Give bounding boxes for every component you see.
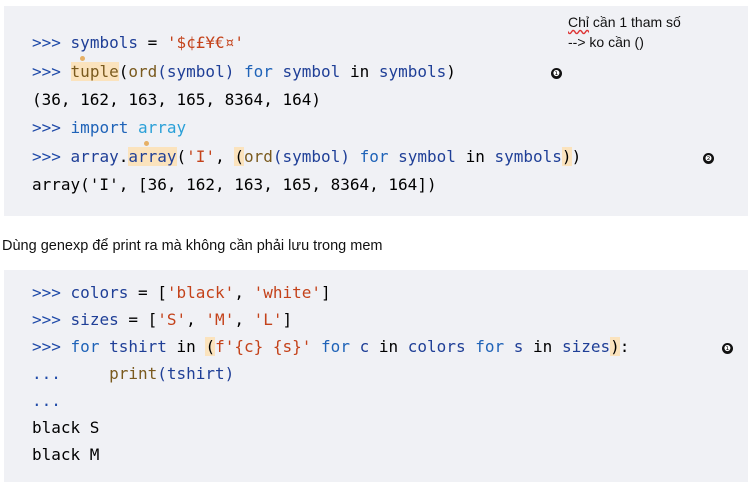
code-output-line: black S bbox=[32, 418, 100, 437]
code-line: >>> array.array('I', (ord(symbol) for sy… bbox=[32, 147, 582, 166]
annotation-dot bbox=[80, 56, 85, 61]
code-line: ... print(tshirt) bbox=[32, 364, 235, 383]
handwritten-note: Chỉ cần 1 tham số --> ko cần () bbox=[568, 12, 681, 52]
callout-marker: ❷ bbox=[703, 153, 714, 164]
caption-text: Dùng genexp để print ra mà không cần phả… bbox=[2, 238, 383, 254]
code-line: >>> colors = ['black', 'white'] bbox=[32, 283, 331, 302]
note-line1: cần 1 tham số bbox=[589, 14, 681, 30]
code-line: >>> tuple(ord(symbol) for symbol in symb… bbox=[32, 62, 456, 81]
note-word: Chỉ bbox=[568, 14, 590, 30]
note-line2: --> ko cần () bbox=[568, 34, 644, 50]
code-output-line: (36, 162, 163, 165, 8364, 164) bbox=[32, 90, 321, 109]
code-output-line: array('I', [36, 162, 163, 165, 8364, 164… bbox=[32, 175, 437, 194]
annotation-dot bbox=[144, 141, 149, 146]
code-line: >>> sizes = ['S', 'M', 'L'] bbox=[32, 310, 293, 329]
code-line: ... bbox=[32, 391, 61, 410]
callout-marker: ❶ bbox=[551, 68, 562, 79]
callout-marker: ❶ bbox=[722, 343, 733, 354]
code-line: >>> for tshirt in (f'{c} {s}' for c in c… bbox=[32, 337, 630, 356]
code-line: >>> import array bbox=[32, 118, 187, 137]
code-line: >>> symbols = '$¢£¥€¤' bbox=[32, 33, 244, 52]
code-output-line: black M bbox=[32, 445, 100, 464]
